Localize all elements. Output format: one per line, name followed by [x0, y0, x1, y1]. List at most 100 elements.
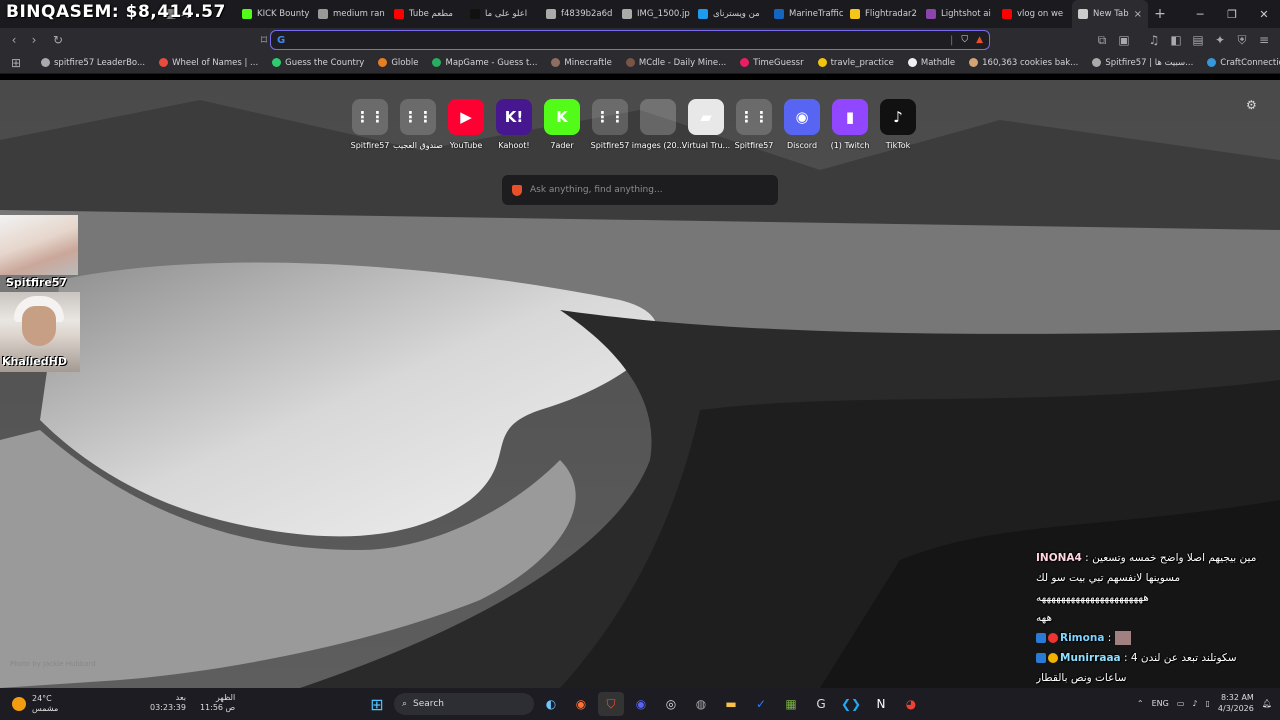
file-explorer-icon[interactable]: ▬	[718, 692, 744, 716]
browser-tab[interactable]: Flightradar2	[844, 0, 920, 28]
bookmark-item[interactable]: 160,363 cookies bak...	[962, 58, 1085, 68]
todo-icon[interactable]: ✓	[748, 692, 774, 716]
volume-icon[interactable]: ♪	[1192, 699, 1197, 708]
notification-bell-icon[interactable]: 🔔︎	[1262, 699, 1272, 708]
weather-widget[interactable]: 24°C مشمس	[12, 694, 58, 714]
url-input[interactable]	[289, 33, 950, 47]
bookmark-item[interactable]: spitfire57 LeaderBo...	[34, 58, 152, 68]
toolbar-right-icons: ⧉ ▣ ♫ ◧ ▤ ✦ ⛨ ≡	[1092, 30, 1274, 50]
browser-tab[interactable]: Tube مطعم	[388, 0, 464, 28]
browser-tab[interactable]: من ويسترنای	[692, 0, 768, 28]
bookmark-item[interactable]: travle_practice	[811, 58, 901, 68]
close-window-button[interactable]: ✕	[1248, 0, 1280, 28]
wallet-icon[interactable]: ▤	[1188, 30, 1208, 50]
address-bar[interactable]: G | ⛉ ▲	[270, 30, 990, 50]
bookmark-label: spitfire57 LeaderBo...	[54, 57, 146, 68]
bookmark-favicon-icon	[551, 58, 561, 67]
shortcut-tile[interactable]: ◉ Discord	[784, 99, 820, 150]
bookmark-label: TimeGuessr	[753, 57, 804, 68]
app-icon[interactable]: ◍	[688, 692, 714, 716]
battery-icon[interactable]: ▯	[1206, 699, 1210, 708]
discord-icon[interactable]: ◉	[628, 692, 654, 716]
chat-separator: :	[1120, 652, 1131, 664]
bookmark-item[interactable]: Wheel of Names | ...	[152, 58, 265, 68]
shortcut-tile[interactable]: ▰ Virtual Tru...	[682, 99, 730, 150]
app-g-icon[interactable]: G	[808, 692, 834, 716]
shortcut-tile[interactable]: ▮ (1) Twitch	[831, 99, 869, 150]
shortcut-icon	[640, 99, 676, 135]
shortcut-tile[interactable]: ⋮⋮ Spitfire57	[351, 99, 389, 150]
chevron-up-icon[interactable]: ⌃	[1137, 699, 1144, 708]
bookmark-item[interactable]: Mathdle	[901, 58, 962, 68]
browser-tab[interactable]: Lightshot ai	[920, 0, 996, 28]
back-icon[interactable]: ‹	[4, 30, 24, 50]
bookmark-item[interactable]: TimeGuessr	[733, 58, 810, 68]
copilot-icon[interactable]: ◐	[538, 692, 564, 716]
brave-icon[interactable]: ⛉	[598, 692, 624, 716]
windows-start-icon[interactable]: ⊞	[364, 692, 390, 716]
shortcut-tile[interactable]: K! Kahoot!	[496, 99, 532, 150]
clock[interactable]: 8:32 AM 4/3/2026	[1218, 692, 1254, 714]
notion-icon[interactable]: N	[868, 692, 894, 716]
tray-lang[interactable]: ENG	[1152, 699, 1169, 708]
shortcut-tile[interactable]: images (20...	[632, 99, 684, 150]
browser-tab[interactable]: medium ran	[312, 0, 388, 28]
browser-tab[interactable]: KICK Bounty	[236, 0, 312, 28]
chrome-icon[interactable]: ◕	[898, 692, 924, 716]
gear-icon[interactable]: ⚙	[1246, 98, 1257, 112]
shortcut-tile[interactable]: ⋮⋮ Spitfire57	[591, 99, 629, 150]
bookmark-favicon-icon	[1207, 58, 1217, 67]
shortcut-tile[interactable]: ⋮⋮ صندوق العجيب	[393, 99, 443, 150]
divider: |	[949, 34, 954, 46]
shortcut-tile[interactable]: K 7ader	[544, 99, 580, 150]
tab-favicon-icon	[242, 9, 252, 19]
chat-text: سكوتلند تبعد عن لندن 4	[1130, 652, 1237, 664]
apps-grid-icon[interactable]: ⊞	[6, 53, 26, 73]
bookmark-item[interactable]: Minecraftle	[544, 58, 618, 68]
brave-shields-icon[interactable]: ⛉	[961, 35, 968, 45]
shortcut-tile[interactable]: ⋮⋮ Spitfire57	[735, 99, 773, 150]
sun-icon	[12, 697, 26, 711]
browser-tab[interactable]: New Tab ×	[1072, 0, 1148, 28]
shortcut-tile[interactable]: ▶ YouTube	[448, 99, 484, 150]
minimize-button[interactable]: ─	[1184, 0, 1216, 28]
extensions-icon[interactable]: ⧉	[1092, 30, 1112, 50]
menu-icon[interactable]: ≡	[1254, 30, 1274, 50]
chat-separator: :	[1081, 552, 1093, 564]
browser-tab[interactable]: MarineTraffic	[768, 0, 844, 28]
forward-icon[interactable]: ›	[24, 30, 44, 50]
maximize-button[interactable]: ❐	[1216, 0, 1248, 28]
obs-icon[interactable]: ◎	[658, 692, 684, 716]
bookmark-item[interactable]: MapGame - Guess t...	[425, 58, 544, 68]
bookmark-item[interactable]: MCdle - Daily Mine...	[619, 58, 733, 68]
firefox-icon[interactable]: ◉	[568, 692, 594, 716]
browser-tab[interactable]: IMG_1500.jp	[616, 0, 692, 28]
browser-tab[interactable]: vlog on we	[996, 0, 1072, 28]
media-icon[interactable]: ♫	[1144, 30, 1164, 50]
browser-tab[interactable]: اعلو على ما	[464, 0, 540, 28]
shortcut-icon: ◉	[784, 99, 820, 135]
minecraft-icon[interactable]: ▦	[778, 692, 804, 716]
leo-ai-icon[interactable]: ✦	[1210, 30, 1230, 50]
new-tab-button[interactable]: +	[1148, 6, 1172, 22]
stream-chat: INONA4 : مين بيجيهم اصلا واضح خمسه وتسعي…	[1036, 548, 1280, 708]
network-icon[interactable]: ▭	[1177, 699, 1185, 708]
brave-rewards-icon[interactable]: ▲	[976, 35, 983, 45]
bookmark-item[interactable]: Guess the Country	[265, 58, 371, 68]
browser-tab[interactable]: f4839b2a6d	[540, 0, 616, 28]
reload-icon[interactable]: ↻	[48, 30, 68, 50]
close-tab-icon[interactable]: ×	[1134, 9, 1142, 20]
sidebar-icon[interactable]: ◧	[1166, 30, 1186, 50]
search-box[interactable]: Ask anything, find anything...	[502, 175, 778, 205]
bookmark-item[interactable]: CraftConnections -...	[1200, 58, 1280, 68]
vpn-icon[interactable]: ⛨	[1232, 30, 1252, 50]
chat-message: مسوينها لانفسهم تبي بيت سو لك	[1036, 568, 1280, 588]
vscode-icon[interactable]: ❮❯	[838, 692, 864, 716]
bookmark-item[interactable]: Globle	[371, 58, 425, 68]
screenshot-icon[interactable]: ▣	[1114, 30, 1134, 50]
shortcut-tile[interactable]: ♪ TikTok	[880, 99, 916, 150]
bookmark-item[interactable]: Spitfire57 | سبيت ها...	[1085, 58, 1200, 68]
timer-value: 03:23:39	[150, 703, 186, 712]
taskbar-search[interactable]: ⌕ Search	[394, 693, 534, 715]
shortcut-icon: ▮	[832, 99, 868, 135]
